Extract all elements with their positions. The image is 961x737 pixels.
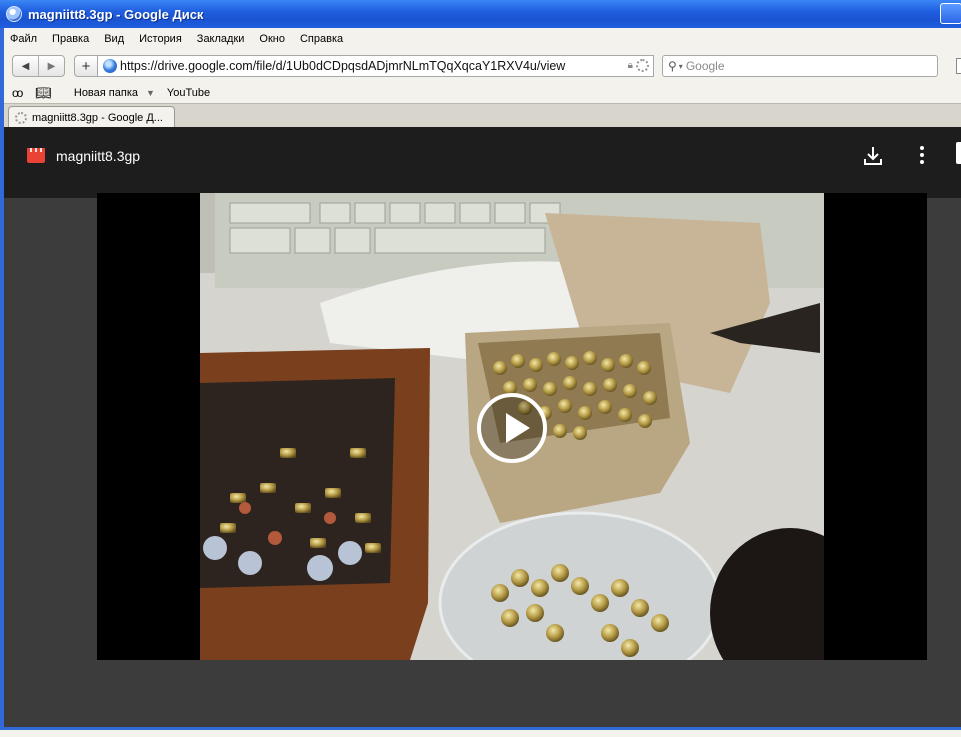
menu-bookmarks[interactable]: Закладки	[197, 33, 245, 45]
window-bottom-border	[0, 727, 961, 737]
menu-history[interactable]: История	[139, 33, 182, 45]
sidebar-toggle-button[interactable]	[956, 58, 961, 74]
side-panel-edge	[956, 142, 961, 164]
video-frame[interactable]	[200, 193, 824, 660]
browser-icon	[6, 6, 22, 22]
glasses-icon[interactable]: oo	[12, 86, 23, 100]
file-name: magniitt8.3gp	[56, 148, 141, 164]
menu-edit[interactable]: Правка	[52, 33, 89, 45]
back-icon[interactable]: ◀	[13, 56, 39, 76]
title-bar[interactable]: magniitt8.3gp - Google Диск	[0, 0, 961, 28]
search-icon[interactable]: ⚲	[668, 59, 677, 73]
search-input[interactable]: ⚲ ▾ Google	[662, 55, 938, 77]
drive-viewer: magniitt8.3gp	[4, 127, 961, 727]
bookmark-folder[interactable]: Новая папка	[74, 87, 138, 99]
loading-icon	[636, 59, 649, 72]
book-icon[interactable]: 📖︎	[35, 85, 52, 101]
menu-bar: Файл Правка Вид История Закладки Окно Сп…	[4, 28, 961, 50]
bookmark-youtube[interactable]: YouTube	[167, 87, 210, 99]
address-bar[interactable]: https://drive.google.com/file/d/1Ub0dCDp…	[98, 55, 654, 77]
tab-label: magniitt8.3gp - Google Д...	[32, 111, 163, 124]
globe-icon	[103, 59, 117, 73]
video-file-icon	[27, 148, 45, 163]
add-bookmark-button[interactable]: +	[74, 55, 98, 77]
more-vert-icon[interactable]	[912, 145, 932, 165]
url-text[interactable]: https://drive.google.com/file/d/1Ub0dCDp…	[120, 59, 565, 73]
menu-help[interactable]: Справка	[300, 33, 343, 45]
play-icon[interactable]	[477, 393, 547, 463]
download-icon[interactable]	[864, 146, 882, 166]
maximize-button[interactable]	[940, 3, 961, 24]
back-forward-group: ◀ ▶	[12, 55, 65, 77]
dropdown-arrow-icon[interactable]: ▼	[146, 88, 155, 98]
forward-icon[interactable]: ▶	[39, 56, 64, 76]
tab-active[interactable]: magniitt8.3gp - Google Д...	[8, 106, 175, 128]
menu-file[interactable]: Файл	[10, 33, 37, 45]
tab-loading-icon	[15, 111, 27, 124]
tab-bar: magniitt8.3gp - Google Д...	[4, 103, 961, 128]
search-engine-dropdown-icon[interactable]: ▾	[679, 62, 683, 71]
browser-window: magniitt8.3gp - Google Диск Файл Правка …	[0, 0, 961, 737]
video-player[interactable]	[97, 193, 927, 660]
menu-view[interactable]: Вид	[104, 33, 124, 45]
lock-icon[interactable]: 🔒︎	[628, 60, 633, 71]
menu-window[interactable]: Окно	[259, 33, 285, 45]
window-title: magniitt8.3gp - Google Диск	[28, 6, 204, 22]
search-placeholder: Google	[685, 59, 725, 73]
bookmarks-bar: oo 📖︎ Новая папка ▼ YouTube	[4, 82, 961, 103]
navigation-toolbar: ◀ ▶ + https://drive.google.com/file/d/1U…	[4, 50, 961, 82]
viewer-header: magniitt8.3gp	[4, 127, 961, 198]
